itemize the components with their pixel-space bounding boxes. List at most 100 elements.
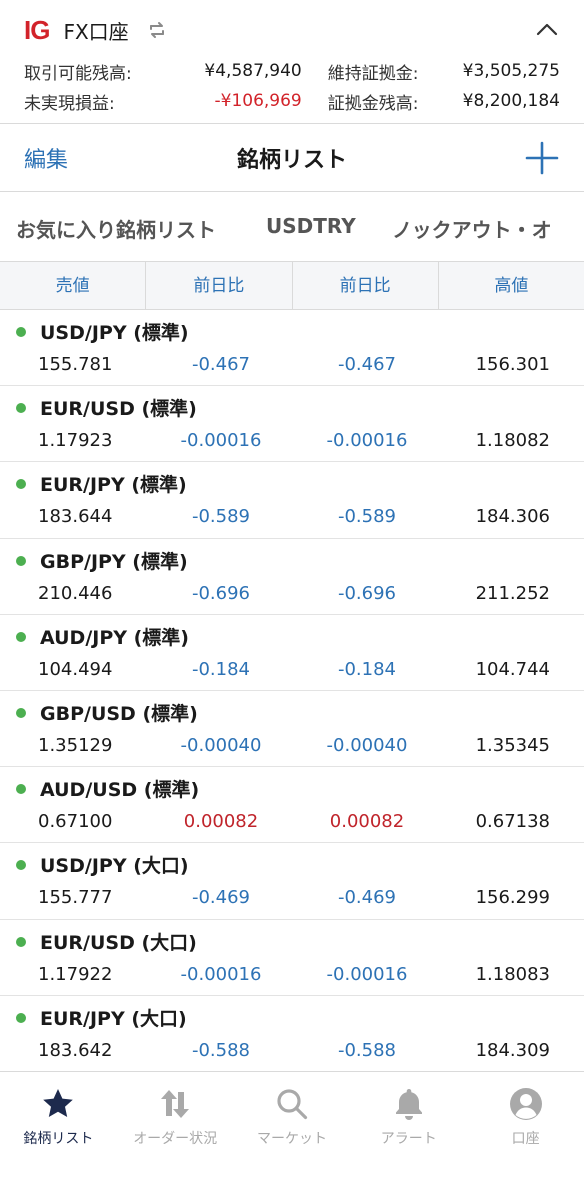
high-price: 211.252	[475, 582, 550, 604]
instrument-name: GBP/JPY (標準)	[40, 550, 188, 573]
tab-watchlist[interactable]: 銘柄リスト	[0, 1072, 117, 1200]
tab-favorites[interactable]: お気に入り銘柄リスト	[16, 214, 216, 243]
change-value: -0.588	[337, 1039, 397, 1061]
tab-alerts[interactable]: アラート	[350, 1072, 467, 1200]
margin-balance-value: ¥8,200,184	[462, 91, 560, 111]
tab-usdtry[interactable]: USDTRY	[266, 214, 356, 238]
table-row[interactable]: USD/JPY (大口) 155.777 -0.469 -0.469 156.2…	[0, 843, 584, 920]
change-value: -0.696	[191, 582, 251, 604]
market-open-indicator	[16, 860, 26, 871]
tab-market[interactable]: マーケット	[234, 1072, 351, 1200]
column-high[interactable]: 高値	[439, 262, 584, 309]
account-summary: IG FX口座 取引可能残高: ¥4,587,940 維持証拠金: ¥3,505…	[0, 0, 584, 124]
sell-price: 0.67100	[38, 811, 113, 833]
tab-label: 銘柄リスト	[23, 1131, 94, 1147]
search-icon	[274, 1086, 310, 1122]
ig-logo: IG	[24, 14, 50, 45]
high-price: 1.18083	[475, 963, 550, 985]
market-open-indicator	[16, 631, 26, 642]
high-price: 156.299	[475, 887, 550, 909]
table-row[interactable]: EUR/USD (標準) 1.17923 -0.00016 -0.00016 1…	[0, 386, 584, 463]
watchlist-tabs: お気に入り銘柄リスト USDTRY ノックアウト・オ	[0, 192, 584, 262]
sell-price: 1.35129	[38, 734, 113, 756]
bottom-tab-bar: 銘柄リスト オーダー状況 マーケット アラート 口座	[0, 1071, 584, 1200]
change-value: 0.00082	[183, 811, 259, 833]
high-price: 184.306	[475, 506, 550, 528]
sell-price: 1.17922	[38, 963, 113, 985]
market-open-indicator	[16, 707, 26, 718]
sell-price: 1.17923	[38, 430, 113, 452]
star-icon	[40, 1086, 76, 1122]
sell-price: 183.644	[38, 506, 113, 528]
maintenance-margin-label: 維持証拠金:	[327, 63, 419, 84]
tab-label: 口座	[511, 1131, 540, 1147]
change-value: 0.00082	[329, 811, 405, 833]
tab-knockout[interactable]: ノックアウト・オ	[392, 214, 552, 243]
margin-balance-label: 証拠金残高:	[327, 93, 419, 114]
instrument-name: EUR/USD (大口)	[40, 931, 197, 954]
high-price: 104.744	[475, 658, 550, 680]
high-price: 1.35345	[475, 734, 550, 756]
instrument-name: AUD/JPY (標準)	[40, 626, 189, 649]
sell-price: 183.642	[38, 1039, 113, 1061]
high-price: 184.309	[475, 1039, 550, 1061]
nav-bar: 編集 銘柄リスト	[0, 124, 584, 192]
high-price: 1.18082	[475, 430, 550, 452]
instrument-list: USD/JPY (標準) 155.781 -0.467 -0.467 156.3…	[0, 310, 584, 1072]
change-value: -0.184	[191, 658, 251, 680]
maintenance-margin-value: ¥3,505,275	[462, 61, 560, 81]
table-row[interactable]: USD/JPY (標準) 155.781 -0.467 -0.467 156.3…	[0, 310, 584, 387]
table-row[interactable]: AUD/JPY (標準) 104.494 -0.184 -0.184 104.7…	[0, 615, 584, 691]
change-value: -0.588	[191, 1039, 251, 1061]
tab-account[interactable]: 口座	[467, 1072, 584, 1200]
change-value: -0.00040	[326, 734, 408, 756]
column-change-1[interactable]: 前日比	[146, 262, 293, 309]
balance-row: 取引可能残高: ¥4,587,940 維持証拠金: ¥3,505,275	[24, 56, 560, 86]
market-open-indicator	[16, 479, 26, 490]
page-title: 銘柄リスト	[236, 148, 347, 173]
table-row[interactable]: EUR/JPY (大口) 183.642 -0.588 -0.588 184.3…	[0, 996, 584, 1072]
instrument-name: EUR/JPY (標準)	[40, 474, 187, 497]
sell-price: 104.494	[38, 658, 113, 680]
account-name: FX口座	[63, 19, 129, 44]
tab-label: オーダー状況	[133, 1131, 218, 1147]
table-row[interactable]: GBP/JPY (標準) 210.446 -0.696 -0.696 211.2…	[0, 539, 584, 615]
table-row[interactable]: EUR/JPY (標準) 183.644 -0.589 -0.589 184.3…	[0, 462, 584, 539]
market-open-indicator	[16, 1012, 26, 1023]
chevron-up-icon[interactable]	[534, 17, 560, 43]
column-change-2[interactable]: 前日比	[293, 262, 439, 309]
change-value: -0.00016	[180, 430, 262, 452]
available-balance-label: 取引可能残高:	[24, 63, 132, 84]
tab-label: アラート	[380, 1131, 437, 1147]
table-row[interactable]: GBP/USD (標準) 1.35129 -0.00040 -0.00040 1…	[0, 691, 584, 768]
tab-orders[interactable]: オーダー状況	[117, 1072, 234, 1200]
change-value: -0.696	[337, 582, 397, 604]
column-sell[interactable]: 売値	[0, 262, 147, 309]
app-root: IG FX口座 取引可能残高: ¥4,587,940 維持証拠金: ¥3,505…	[0, 0, 584, 1200]
available-balance-value: ¥4,587,940	[204, 61, 302, 81]
market-open-indicator	[16, 555, 26, 566]
instrument-name: EUR/USD (標準)	[40, 398, 197, 421]
change-value: -0.00040	[180, 734, 262, 756]
tab-label: マーケット	[256, 1131, 327, 1147]
change-value: -0.589	[191, 506, 251, 528]
change-value: -0.00016	[326, 430, 408, 452]
change-value: -0.467	[337, 354, 397, 375]
table-row[interactable]: EUR/USD (大口) 1.17922 -0.00016 -0.00016 1…	[0, 920, 584, 996]
add-icon[interactable]	[524, 140, 560, 176]
switch-account-icon[interactable]	[145, 18, 169, 42]
account-icon	[508, 1086, 544, 1122]
unrealized-pl-label: 未実現損益:	[24, 93, 115, 114]
unrealized-pl-value: -¥106,969	[214, 91, 302, 111]
balance-row: 未実現損益: -¥106,969 証拠金残高: ¥8,200,184	[24, 86, 560, 116]
change-value: -0.184	[337, 658, 397, 680]
change-value: -0.469	[337, 887, 397, 909]
sell-price: 155.781	[38, 354, 113, 375]
table-row[interactable]: AUD/USD (標準) 0.67100 0.00082 0.00082 0.6…	[0, 767, 584, 844]
order-arrows-icon	[157, 1086, 193, 1122]
change-value: -0.467	[191, 354, 251, 375]
market-open-indicator	[16, 327, 26, 337]
high-price: 156.301	[475, 354, 550, 375]
change-value: -0.00016	[180, 963, 262, 985]
instrument-name: AUD/USD (標準)	[40, 779, 200, 802]
